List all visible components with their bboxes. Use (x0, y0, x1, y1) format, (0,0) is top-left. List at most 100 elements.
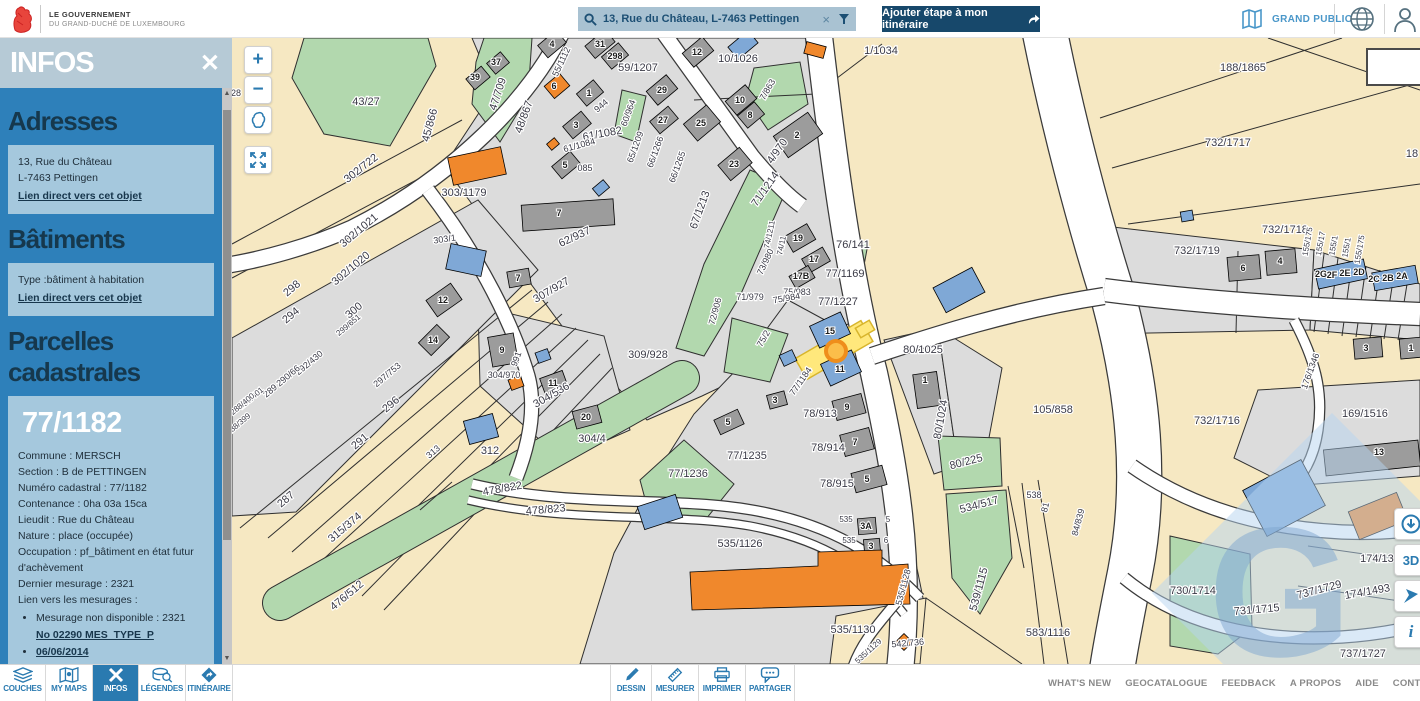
map-parcel-label: 169/1516 (1342, 408, 1388, 420)
parcel-detail-line: Section : B de PETTINGEN (18, 464, 204, 480)
download-button[interactable] (1394, 508, 1420, 540)
overview-map-box[interactable] (1366, 48, 1420, 86)
search-icon (584, 13, 597, 26)
map-info-button[interactable]: i (1394, 616, 1420, 648)
account-button[interactable] (1392, 5, 1418, 38)
clear-search-icon[interactable]: × (822, 12, 830, 27)
map-parcel-label: 78/913 (803, 408, 837, 420)
scroll-down-icon[interactable]: ▼ (222, 653, 232, 664)
header-divider (1334, 4, 1335, 34)
map-house-number: 298 (607, 51, 622, 61)
parcelle-card: 77/1182 Commune : MERSCHSection : B de P… (8, 396, 214, 664)
watermark-letter: G (1208, 490, 1352, 664)
scroll-up-icon[interactable]: ▲ (222, 88, 232, 99)
link-a-propos[interactable]: A PROPOS (1290, 678, 1341, 689)
bottom-toolbar: COUCHES MY MAPS INFOS LÉGENDES ITINÉRAIR… (0, 664, 1420, 700)
map-canvas[interactable]: G43/2745/86647/70948/86755/111259/120710… (232, 38, 1420, 664)
route-arrow-icon (1028, 13, 1040, 25)
map-house-number: 9 (844, 402, 849, 412)
parcel-details: Commune : MERSCHSection : B de PETTINGEN… (18, 448, 204, 608)
batiments-heading: Bâtiments (8, 224, 214, 255)
filter-icon[interactable] (838, 13, 850, 25)
map-parcel-label: 304/970 (488, 370, 521, 380)
batiment-direct-link[interactable]: Lien direct vers cet objet (18, 290, 142, 307)
tool-partager[interactable]: PARTAGER (746, 665, 795, 701)
zoom-out-button[interactable]: − (244, 76, 272, 104)
map-parcel-label: 77/1169 (826, 268, 865, 280)
tab-legendes[interactable]: LÉGENDES (139, 665, 186, 701)
add-route-step-button[interactable]: Ajouter étape à mon itinéraire (882, 6, 1040, 32)
tab-couches[interactable]: COUCHES (0, 665, 46, 701)
map-parcel-label: 732/1718 (1262, 224, 1308, 236)
map-parcel-label: 77/1236 (668, 468, 708, 480)
geolocate-button[interactable] (1394, 580, 1420, 612)
search-bar[interactable]: 13, Rue du Château, L-7463 Pettingen × (578, 7, 856, 31)
tab-infos[interactable]: INFOS (93, 665, 139, 701)
grand-public-switch[interactable]: GRAND PUBLIC (1240, 3, 1352, 35)
map-house-number: 2F (1327, 270, 1338, 280)
tool-mesurer[interactable]: MESURER (652, 665, 699, 701)
zoom-in-button[interactable]: + (244, 46, 272, 74)
map-parcel-label: 5 (886, 515, 891, 524)
map-house-number: 15 (825, 326, 835, 336)
logo-divider (40, 5, 41, 33)
map-parcel-label: 6 (884, 536, 889, 545)
mesurage-link-item[interactable]: No 02290 MES_TYPE_P 06/06/2014 (36, 627, 204, 661)
location-arrow-icon (1402, 587, 1420, 605)
parcel-detail-line: Nature : place (occupée) (18, 528, 204, 544)
map-house-number: 2A (1396, 271, 1408, 281)
close-panel-icon[interactable]: ✕ (200, 49, 220, 78)
adresse-direct-link[interactable]: Lien direct vers cet objet (18, 188, 142, 205)
parcel-detail-line: Contenance : 0ha 03a 15ca (18, 496, 204, 512)
link-whats-new[interactable]: WHAT'S NEW (1048, 678, 1111, 689)
3d-view-button[interactable]: 3D (1394, 544, 1420, 576)
map-parcel-label: 085 (577, 163, 592, 173)
gov-title: LE GOUVERNEMENT (49, 10, 185, 19)
tab-legendes-label: LÉGENDES (141, 684, 183, 693)
3d-label: 3D (1403, 553, 1420, 568)
adresse-line1: 13, Rue du Château (18, 154, 204, 170)
zoom-to-extent-button[interactable] (244, 106, 272, 134)
fullscreen-button[interactable] (244, 146, 272, 174)
parcel-detail-line: Lieudit : Rue du Château (18, 512, 204, 528)
map-parcel-label: 71/979 (736, 292, 764, 302)
map-house-number: 31 (595, 39, 605, 49)
map-parcel-label: 59/1207 (618, 62, 658, 74)
tab-infos-label: INFOS (104, 684, 127, 693)
map-parcel-label: 1/1034 (864, 45, 898, 57)
search-input[interactable]: 13, Rue du Château, L-7463 Pettingen (603, 13, 822, 25)
map-parcel-label: 43/27 (352, 96, 380, 108)
tool-imprimer[interactable]: IMPRIMER (699, 665, 746, 701)
link-contact[interactable]: CONTACT (1393, 678, 1420, 689)
link-geocatalogue[interactable]: GEOCATALOGUE (1125, 678, 1207, 689)
map-parcel-label: 732/1717 (1205, 137, 1251, 149)
parcel-detail-line: Numéro cadastral : 77/1182 (18, 480, 204, 496)
map-parcel-label: 78/915 (820, 478, 854, 490)
tool-imprimer-label: IMPRIMER (703, 684, 741, 693)
panel-scrollbar[interactable]: ▲ ▼ (222, 88, 232, 664)
map-house-number: 5 (864, 474, 869, 484)
map-parcel-label: 77/1227 (818, 296, 858, 308)
selected-object-marker (826, 341, 846, 361)
map-parcel-label: 18 (1406, 148, 1418, 160)
parcel-detail-line: Dernier mesurage : 2321 (18, 576, 204, 592)
language-globe-button[interactable] (1348, 5, 1376, 38)
map-parcel-label: 538 (1026, 490, 1041, 500)
header-divider (1384, 4, 1385, 34)
tool-dessin[interactable]: DESSIN (610, 665, 652, 701)
parcel-number: 77/1182 (22, 407, 204, 440)
fullscreen-icon (249, 151, 267, 169)
cadastral-map[interactable]: G43/2745/86647/70948/86755/111259/120710… (232, 38, 1420, 664)
scrollbar-thumb[interactable] (223, 110, 231, 540)
map-house-number: 2 (794, 130, 799, 140)
zoom-in-label: + (252, 49, 263, 71)
map-house-number: 6 (551, 81, 556, 91)
tab-itineraire[interactable]: ITINÉRAIRE (186, 665, 233, 701)
link-aide[interactable]: AIDE (1355, 678, 1379, 689)
map-house-number: 27 (658, 115, 668, 125)
share-bubble-icon (760, 667, 780, 683)
tab-my-maps[interactable]: MY MAPS (46, 665, 93, 701)
map-house-number: 17B (793, 271, 810, 281)
map-parcel-label: 730/1714 (1170, 585, 1216, 597)
link-feedback[interactable]: FEEDBACK (1221, 678, 1275, 689)
